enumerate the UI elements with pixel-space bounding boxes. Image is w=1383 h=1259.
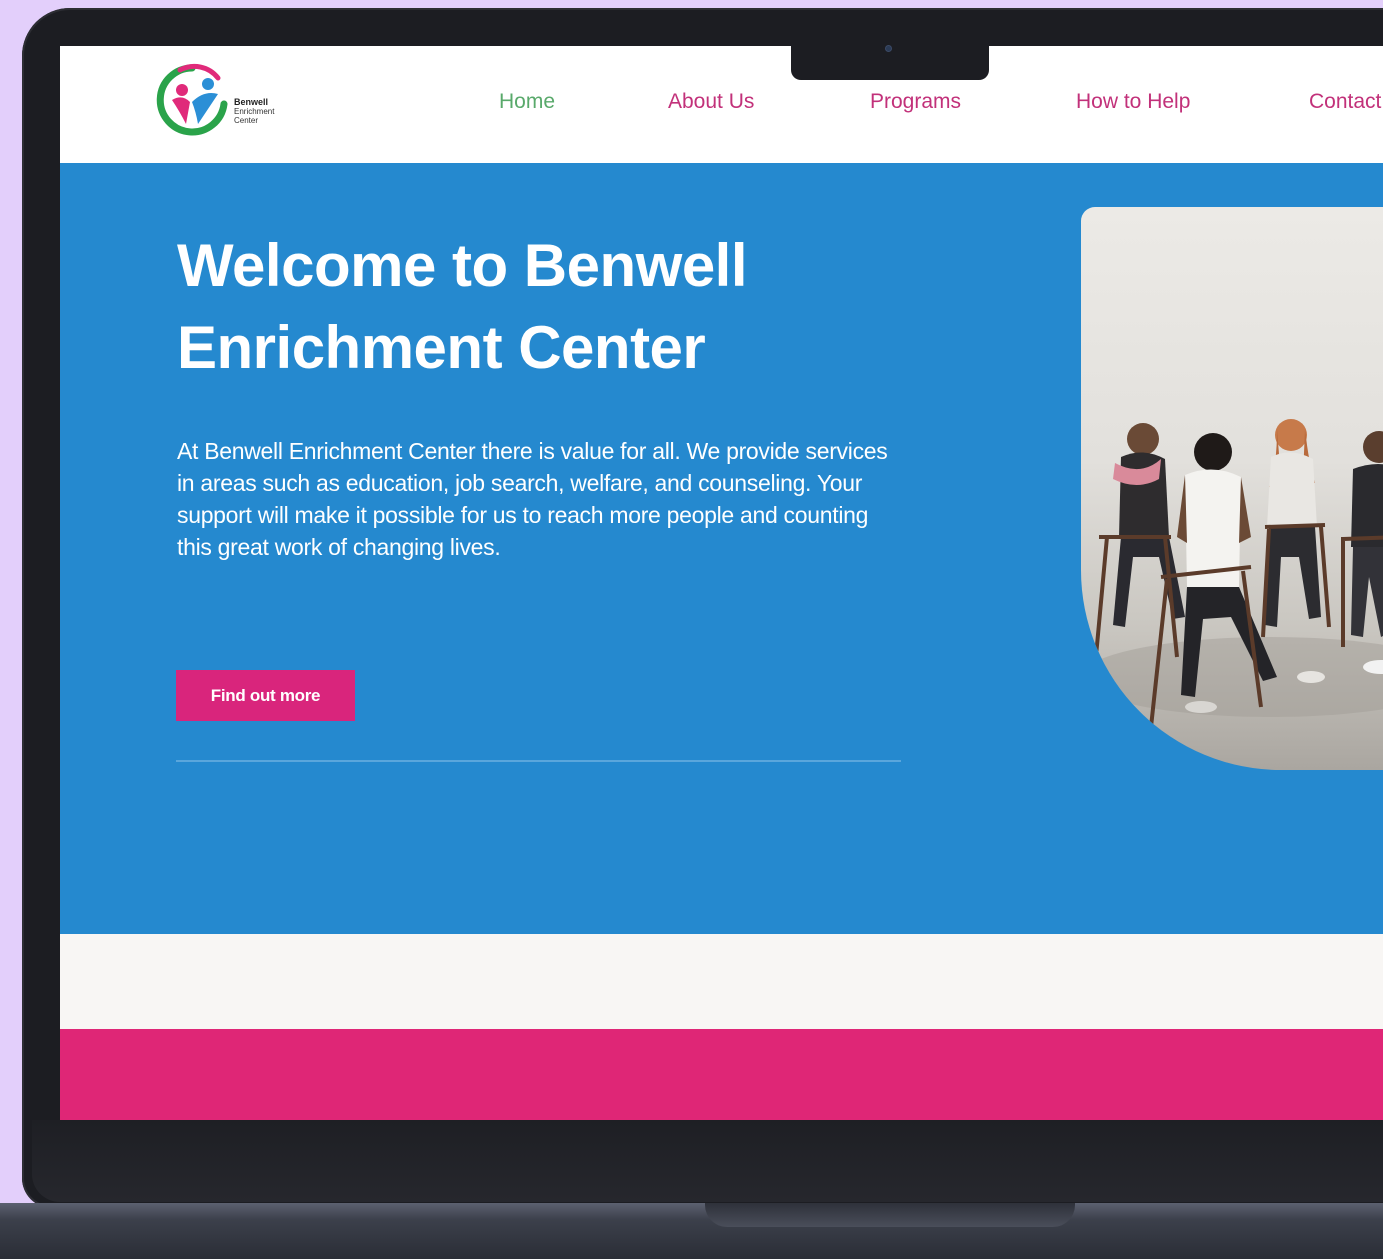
site-navbar: Benwell Enrichment Center Home About Us … xyxy=(60,46,1383,163)
nav-how-to-help-link[interactable]: How to Help xyxy=(1076,90,1190,114)
laptop-mockup-scene: Benwell Enrichment Center Home About Us … xyxy=(0,0,1383,1259)
benwell-logo-icon xyxy=(156,63,228,136)
laptop-screen: Benwell Enrichment Center Home About Us … xyxy=(60,46,1383,1120)
site-logo[interactable]: Benwell Enrichment Center xyxy=(152,60,312,140)
laptop-base xyxy=(0,1203,1383,1259)
laptop-hinge xyxy=(705,1203,1075,1227)
nav-contact-link[interactable]: Contact xyxy=(1309,90,1381,114)
laptop-chin xyxy=(32,1120,1383,1202)
group-therapy-illustration xyxy=(1081,419,1383,728)
footer-band xyxy=(60,1029,1383,1120)
find-out-more-button[interactable]: Find out more xyxy=(176,670,355,721)
logo-wordmark: Benwell Enrichment Center xyxy=(234,97,275,126)
logo-line-2: Enrichment xyxy=(234,107,275,116)
hero-photo xyxy=(1081,207,1383,770)
camera-notch xyxy=(791,40,989,80)
hero-title: Welcome to Benwell Enrichment Center xyxy=(177,232,748,381)
nav-programs-link[interactable]: Programs xyxy=(870,90,961,114)
nav-home-link[interactable]: Home xyxy=(499,90,555,114)
nav-about-link[interactable]: About Us xyxy=(668,90,754,114)
camera-icon xyxy=(886,46,891,51)
hero-divider xyxy=(176,760,901,762)
hero-description: At Benwell Enrichment Center there is va… xyxy=(177,438,888,560)
logo-line-1: Benwell xyxy=(234,97,269,107)
logo-line-3: Center xyxy=(234,116,259,125)
hero-section: Welcome to Benwell Enrichment Center At … xyxy=(60,163,1383,934)
content-band xyxy=(60,934,1383,1029)
